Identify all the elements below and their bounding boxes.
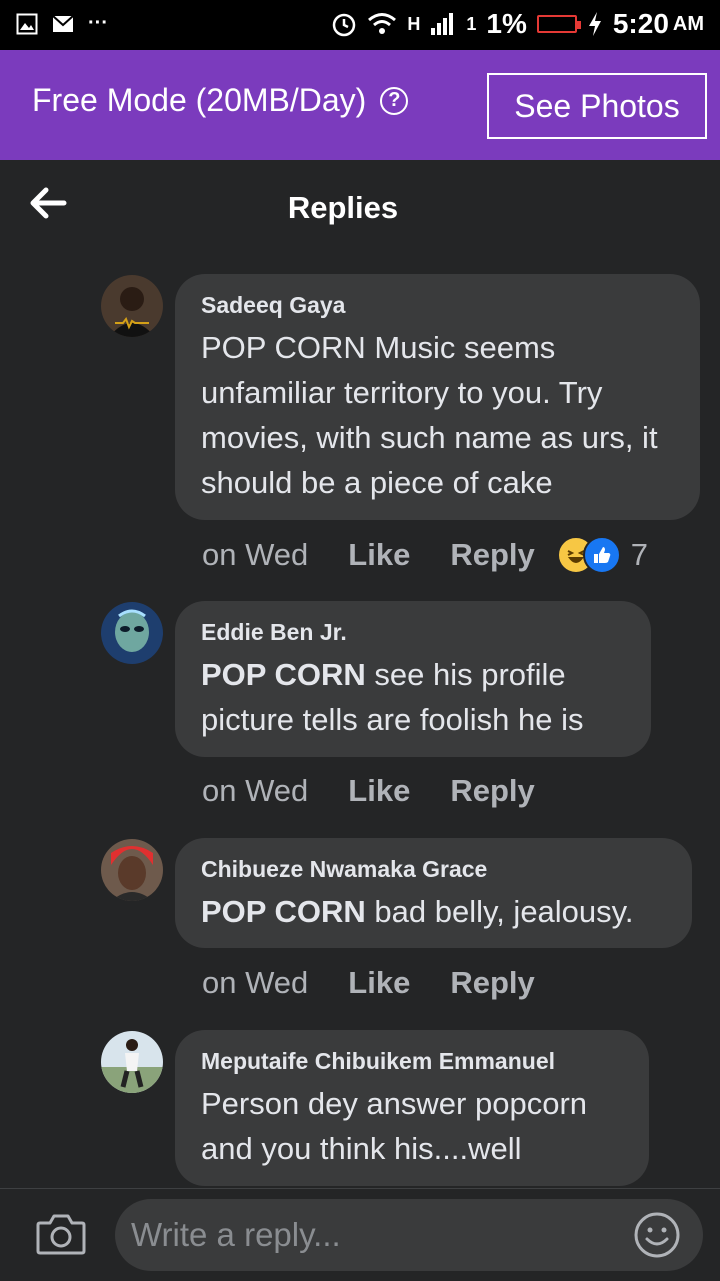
like-button[interactable]: Like xyxy=(348,773,410,809)
free-mode-bar: Free Mode (20MB/Day) ? See Photos xyxy=(0,50,720,160)
comment-author[interactable]: Meputaife Chibuikem Emmanuel xyxy=(201,1048,623,1075)
wifi-icon xyxy=(368,13,397,34)
comment-body: bad belly, jealousy. xyxy=(365,894,634,929)
avatar[interactable] xyxy=(101,275,163,337)
comment-text: POP CORN bad belly, jealousy. xyxy=(201,889,666,934)
signal-icon xyxy=(431,13,454,35)
reactions[interactable]: 7 xyxy=(556,536,648,574)
comment-actions: on Wed Like Reply xyxy=(202,965,575,1001)
comment-time: on Wed xyxy=(202,773,309,808)
mention-link[interactable]: POP CORN xyxy=(201,894,366,929)
like-button[interactable]: Like xyxy=(348,965,410,1001)
notification-icons: ··· xyxy=(16,12,108,35)
comment-bubble: Sadeeq Gaya POP CORN Music seems unfamil… xyxy=(175,274,700,520)
status-bar: ··· H 1 1% 5:20 AM xyxy=(0,0,720,50)
comment-actions: on Wed Like Reply 7 xyxy=(202,536,648,574)
reply-button[interactable]: Reply xyxy=(450,965,534,1001)
comment-time: on Wed xyxy=(202,965,309,1000)
comment-bubble: Chibueze Nwamaka Grace POP CORN bad bell… xyxy=(175,838,692,948)
emoji-icon[interactable] xyxy=(633,1211,681,1259)
page-title: Replies xyxy=(287,190,399,225)
clock: 5:20 xyxy=(612,8,669,39)
comment-text: POP CORN see his profile picture tells a… xyxy=(201,652,625,742)
comment-bubble: Meputaife Chibuikem Emmanuel Person dey … xyxy=(175,1030,649,1186)
more-notifications-icon: ··· xyxy=(88,12,108,34)
mention-link[interactable]: POP CORN xyxy=(201,657,366,692)
see-photos-button[interactable]: See Photos xyxy=(487,73,707,139)
battery-percent: 1% xyxy=(486,8,527,39)
comment-text: POP CORN Music seems unfamiliar territor… xyxy=(201,330,658,500)
image-icon xyxy=(16,13,38,34)
help-icon[interactable]: ? xyxy=(380,86,409,115)
reply-button[interactable]: Reply xyxy=(450,773,534,809)
network-type: H xyxy=(407,13,421,34)
system-icons: H 1 1% 5:20 AM xyxy=(331,8,704,40)
avatar[interactable] xyxy=(101,839,163,901)
avatar[interactable] xyxy=(101,602,163,664)
comment-author[interactable]: Sadeeq Gaya xyxy=(201,292,674,319)
reply-composer: Write a reply... xyxy=(0,1188,720,1281)
reply-placeholder: Write a reply... xyxy=(131,1216,341,1253)
clock-ampm: AM xyxy=(672,12,704,35)
comment-text: Person dey answer popcorn and you think … xyxy=(201,1086,588,1166)
alarm-icon xyxy=(333,13,356,37)
comment-author[interactable]: Chibueze Nwamaka Grace xyxy=(201,856,666,883)
comment-time: on Wed xyxy=(202,537,309,572)
comment-bubble: Eddie Ben Jr. POP CORN see his profile p… xyxy=(175,601,651,757)
like-button[interactable]: Like xyxy=(348,537,410,573)
avatar[interactable] xyxy=(101,1031,163,1093)
mail-icon xyxy=(52,14,74,32)
reply-input[interactable]: Write a reply... xyxy=(115,1199,703,1271)
free-mode-label: Free Mode (20MB/Day) ? xyxy=(32,82,409,119)
free-mode-text: Free Mode (20MB/Day) xyxy=(32,82,367,118)
sim-number: 1 xyxy=(466,13,477,34)
reaction-count: 7 xyxy=(630,537,648,572)
like-reaction-icon xyxy=(582,536,621,574)
reply-button[interactable]: Reply xyxy=(450,537,534,573)
comment-actions: on Wed Like Reply xyxy=(202,773,575,809)
camera-icon[interactable] xyxy=(36,1211,86,1257)
charging-icon xyxy=(588,12,601,36)
comment-author[interactable]: Eddie Ben Jr. xyxy=(201,619,625,646)
battery-icon xyxy=(536,15,581,33)
